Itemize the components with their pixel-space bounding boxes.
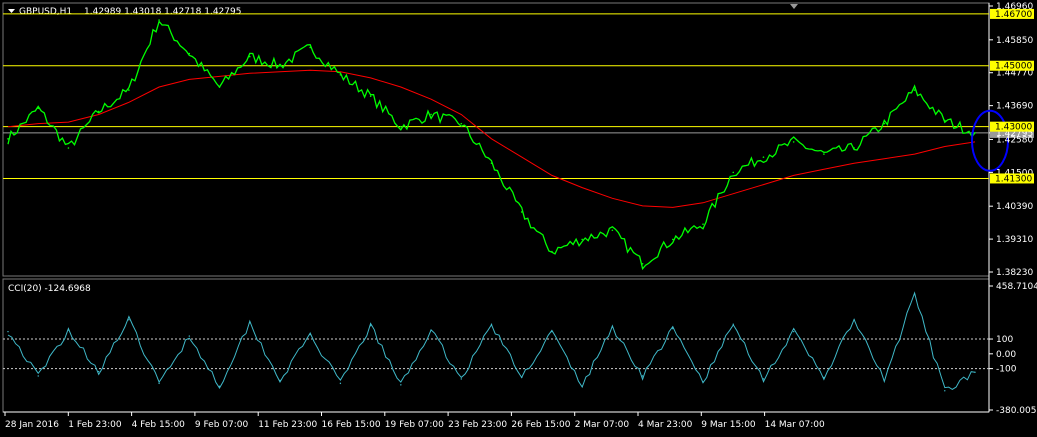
cci-point-26	[792, 330, 795, 333]
cci-point-3	[97, 370, 100, 373]
price-point-12	[369, 95, 372, 97]
cci-point-7	[218, 385, 221, 388]
ohlc-readout: 1.42989 1.43018 1.42718 1.42795	[84, 7, 241, 17]
price-tick-label-7: 1.40390	[996, 202, 1033, 212]
price-point-2	[67, 147, 70, 149]
cci-point-8	[249, 322, 251, 324]
time-tick-label-3: 9 Feb 07:00	[195, 420, 249, 430]
cci-point-4	[128, 319, 130, 321]
symbol-timeframe: GBPUSD,H1	[19, 7, 72, 17]
cci-point-6	[188, 335, 191, 337]
cci-point-2	[67, 329, 70, 331]
indicator-label: CCI(20) -124.6968	[8, 284, 91, 294]
chart-window[interactable]: GBPUSD,H1 1.42989 1.43018 1.42718 1.4279…	[0, 0, 1037, 437]
cci-point-15	[460, 378, 462, 380]
price-point-14	[430, 113, 432, 116]
price-point-25	[762, 156, 765, 158]
cci-point-30	[913, 293, 916, 296]
cci-point-24	[732, 323, 734, 325]
time-tick-label-4: 11 Feb 23:00	[258, 420, 317, 430]
price-point-3	[97, 110, 100, 113]
price-point-13	[400, 125, 402, 128]
price-point-19	[581, 238, 583, 241]
price-point-18	[551, 250, 553, 253]
cci-point-32	[974, 371, 976, 373]
cci-point-27	[823, 376, 825, 379]
level-label-1: 1.45000	[995, 62, 1032, 72]
price-point-0	[7, 138, 9, 140]
time-tick-label-10: 4 Mar 23:00	[638, 420, 693, 430]
cci-point-17	[521, 376, 523, 379]
price-axis-labels: 1.469601.458501.447701.436901.427951.425…	[989, 2, 1034, 278]
price-point-26	[792, 141, 795, 143]
price-point-8	[248, 55, 251, 58]
time-tick-label-2: 4 Feb 15:00	[132, 420, 186, 430]
cci-point-12	[369, 325, 372, 327]
price-point-22	[672, 238, 674, 241]
cci-point-18	[551, 330, 553, 333]
cci-point-5	[158, 382, 160, 385]
price-point-21	[641, 262, 644, 265]
price-tick-label-3: 1.43690	[996, 102, 1033, 112]
level-label-2: 1.43000	[995, 123, 1032, 133]
price-point-16	[490, 162, 493, 165]
cci-point-0	[7, 330, 9, 333]
price-point-31	[943, 119, 946, 122]
price-point-32	[974, 131, 976, 134]
price-point-11	[339, 74, 342, 76]
time-tick-label-7: 23 Feb 23:00	[448, 420, 507, 430]
price-point-27	[823, 153, 825, 155]
price-point-10	[309, 46, 311, 49]
price-point-17	[520, 211, 523, 213]
price-point-30	[913, 89, 916, 91]
cci-point-31	[944, 390, 946, 392]
cci-point-28	[853, 319, 855, 321]
cci-tick-label-2: 0.00	[996, 350, 1016, 360]
cci-point-9	[279, 379, 281, 382]
cci-point-20	[611, 326, 614, 328]
price-point-15	[460, 122, 463, 125]
time-tick-label-11: 9 Mar 15:00	[701, 420, 756, 430]
price-point-7	[218, 86, 221, 88]
cci-tick-label-4: -380.005	[996, 406, 1036, 416]
price-point-9	[279, 64, 281, 67]
price-point-29	[883, 122, 886, 125]
price-point-23	[702, 223, 704, 225]
price-point-6	[188, 52, 191, 55]
price-tick-label-8: 1.39310	[996, 235, 1033, 245]
cci-tick-label-0: 458.7104	[996, 282, 1037, 292]
cci-point-21	[641, 375, 644, 377]
cci-point-29	[883, 379, 886, 382]
cci-point-13	[400, 384, 402, 386]
price-point-20	[611, 229, 614, 232]
cci-point-11	[339, 382, 342, 385]
cci-point-19	[581, 385, 583, 388]
price-tick-label-5: 1.42580	[996, 135, 1033, 145]
cci-point-16	[490, 323, 493, 325]
cci-point-23	[702, 381, 704, 383]
price-tick-label-9: 1.38230	[996, 268, 1033, 278]
price-point-28	[853, 147, 855, 149]
cci-point-25	[762, 378, 765, 380]
cci-point-22	[672, 327, 674, 330]
cci-point-1	[37, 375, 39, 377]
price-tick-label-1: 1.45850	[996, 36, 1033, 46]
price-point-24	[732, 171, 735, 174]
time-tick-label-9: 2 Mar 07:00	[575, 420, 630, 430]
cci-point-10	[309, 333, 311, 336]
time-tick-label-6: 19 Feb 07:00	[385, 420, 444, 430]
cci-point-14	[430, 329, 432, 331]
time-tick-label-8: 26 Feb 15:00	[511, 420, 570, 430]
cci-tick-label-1: 100	[996, 335, 1013, 345]
price-point-4	[128, 89, 130, 91]
time-tick-label-0: 28 Jan 2016	[5, 420, 59, 430]
price-point-5	[158, 19, 160, 21]
level-label-3: 1.41300	[995, 174, 1032, 184]
time-tick-label-12: 14 Mar 07:00	[765, 420, 825, 430]
time-tick-label-5: 16 Feb 15:00	[322, 420, 381, 430]
cci-tick-label-3: -100	[996, 365, 1017, 375]
time-tick-label-1: 1 Feb 23:00	[68, 420, 122, 430]
level-label-0: 1.46700	[995, 10, 1032, 20]
price-point-1	[37, 107, 40, 110]
